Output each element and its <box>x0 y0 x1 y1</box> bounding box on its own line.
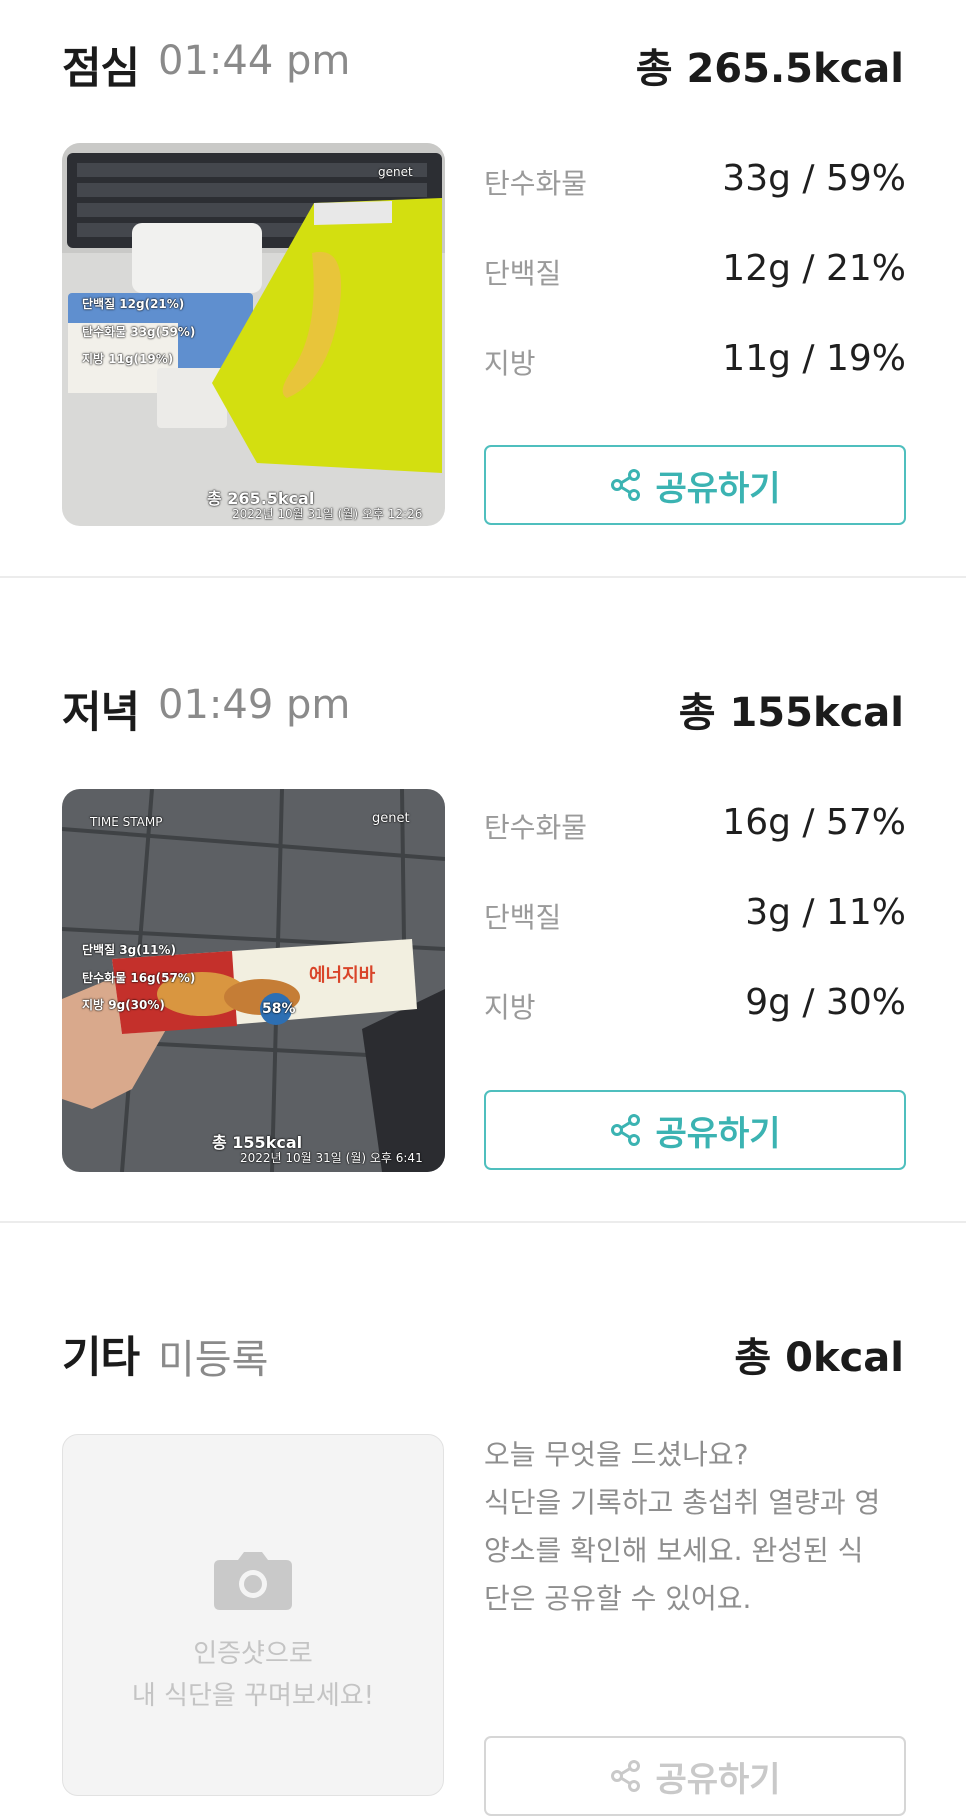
photo-brand-logo: genet <box>378 165 413 179</box>
nutrient-value: 9g / 30% <box>745 982 906 1023</box>
nutrient-name: 탄수화물 <box>484 811 588 844</box>
photo-label-carbs: 탄수화물 16g(57%) <box>82 971 196 985</box>
photo-upload-placeholder[interactable]: 인증샷으로 내 식단을 꾸며보세요! <box>62 1434 444 1796</box>
nutrient-name: 단백질 <box>484 901 562 934</box>
photo-label-protein: 단백질 3g(11%) <box>82 943 176 957</box>
photo-datetime: 2022년 10월 31일 (월) 오후 12:26 <box>232 507 423 521</box>
meal-time: 01:44 pm <box>158 38 351 84</box>
nutrient-row-protein: 단백질 12g / 21% <box>484 248 906 302</box>
description-line: 식단을 기록하고 총섭취 열량과 영 <box>484 1486 881 1519</box>
meal-title: 저녁 <box>62 688 140 738</box>
nutrient-row-fat: 지방 11g / 19% <box>484 338 906 392</box>
meal-section-lunch: 점심 01:44 pm 총 265.5kcal 단백질 12g(21%) 탄수화… <box>0 0 966 576</box>
share-button[interactable]: 공유하기 <box>484 1736 906 1816</box>
nutrient-value: 33g / 59% <box>722 158 906 199</box>
photo-product-name: 에너지바 <box>309 965 376 986</box>
meal-time: 01:49 pm <box>158 682 351 728</box>
nutrient-name: 탄수화물 <box>484 167 588 200</box>
meal-section-other: 기타 미등록 총 0kcal 인증샷으로 내 식단을 꾸며보세요! 오늘 무엇을… <box>0 1223 966 1816</box>
nutrient-row-carbs: 탄수화물 33g / 59% <box>484 158 906 212</box>
meal-status: 미등록 <box>158 1337 269 1383</box>
meal-total-kcal: 총 0kcal <box>734 1335 904 1381</box>
nutrient-value: 16g / 57% <box>722 802 906 843</box>
meal-section-dinner: 저녁 01:49 pm 총 155kcal TIME STAMP genet 단… <box>0 578 966 1220</box>
share-icon <box>609 468 643 502</box>
share-button[interactable]: 공유하기 <box>484 1090 906 1170</box>
nutrient-row-protein: 단백질 3g / 11% <box>484 892 906 946</box>
photo-brand-logo: genet <box>372 811 410 826</box>
nutrient-value: 12g / 21% <box>722 248 906 289</box>
nutrient-name: 단백질 <box>484 257 562 290</box>
camera-icon <box>212 1550 294 1614</box>
meal-total-kcal: 총 265.5kcal <box>635 46 904 92</box>
share-button-label: 공유하기 <box>655 468 781 509</box>
nutrient-row-fat: 지방 9g / 30% <box>484 982 906 1036</box>
share-button[interactable]: 공유하기 <box>484 445 906 525</box>
meal-title: 기타 <box>62 1333 140 1383</box>
description-line: 양소를 확인해 보세요. 완성된 식 <box>484 1534 864 1567</box>
photo-label-fat: 지방 9g(30%) <box>82 998 165 1012</box>
share-button-label: 공유하기 <box>655 1113 781 1154</box>
nutrient-value: 3g / 11% <box>745 892 906 933</box>
photo-datetime: 2022년 10월 31일 (월) 오후 6:41 <box>240 1151 423 1165</box>
meal-photo[interactable]: 단백질 12g(21%) 탄수화물 33g(59%) 지방 11g(19%) 총… <box>62 143 445 526</box>
nutrient-row-carbs: 탄수화물 16g / 57% <box>484 802 906 856</box>
share-icon <box>609 1759 643 1793</box>
placeholder-text-line1: 인증샷으로 <box>193 1639 313 1669</box>
meal-photo[interactable]: TIME STAMP genet 단백질 3g(11%) 탄수화물 16g(57… <box>62 789 445 1172</box>
meal-total-kcal: 총 155kcal <box>678 690 904 736</box>
meal-title: 점심 <box>62 44 140 94</box>
placeholder-text-line2: 내 식단을 꾸며보세요! <box>131 1681 375 1711</box>
share-button-label: 공유하기 <box>655 1759 781 1800</box>
description-line: 오늘 무엇을 드셨나요? <box>484 1438 749 1471</box>
photo-product-percent: 58% <box>262 1001 296 1017</box>
photo-label-protein: 단백질 12g(21%) <box>82 297 185 311</box>
photo-label-carbs: 탄수화물 33g(59%) <box>82 325 196 339</box>
nutrient-value: 11g / 19% <box>722 338 906 379</box>
share-icon <box>609 1113 643 1147</box>
photo-stamp: TIME STAMP <box>90 815 163 829</box>
photo-label-fat: 지방 11g(19%) <box>82 352 174 366</box>
description-line: 단은 공유할 수 있어요. <box>484 1582 752 1615</box>
nutrient-name: 지방 <box>484 347 536 380</box>
nutrient-name: 지방 <box>484 991 536 1024</box>
